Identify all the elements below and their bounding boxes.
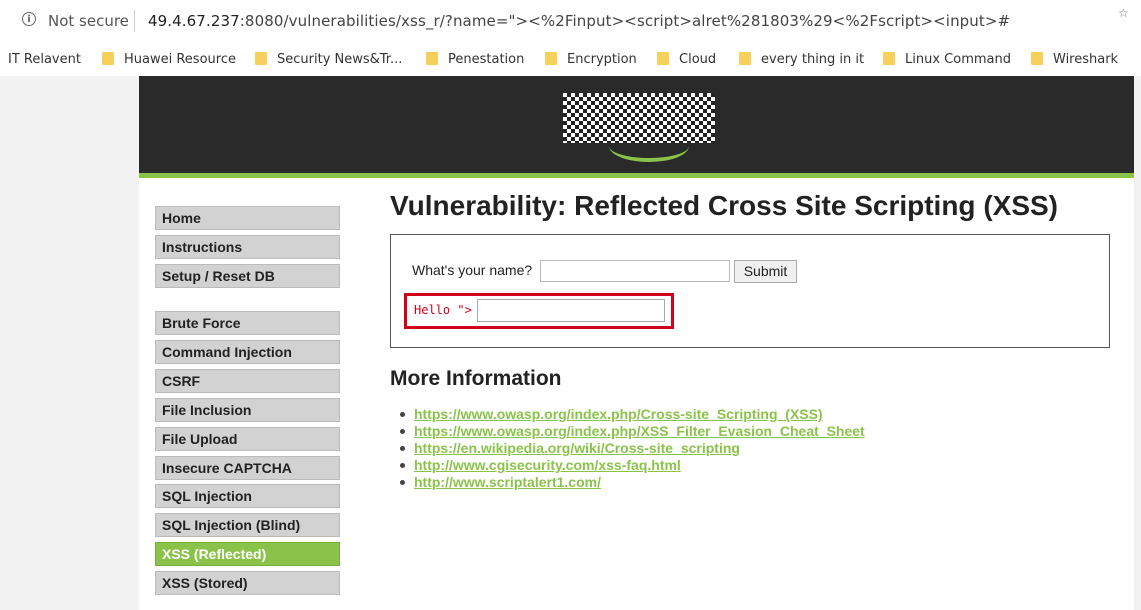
- owasp-xss-link[interactable]: https://www.owasp.org/index.php/Cross-si…: [414, 406, 823, 422]
- header-stripe: [139, 173, 1134, 178]
- bookmark-label: Linux Command: [905, 52, 1011, 67]
- page-title: Vulnerability: Reflected Cross Site Scri…: [390, 190, 1058, 221]
- bookmark-item[interactable]: Linux Command: [883, 52, 1011, 67]
- bookmark-label: every thing in it: [761, 52, 865, 67]
- logo-swoosh: [609, 130, 689, 162]
- list-item: https://www.owasp.org/index.php/XSS_Filt…: [400, 423, 865, 440]
- folder-icon: [255, 52, 267, 65]
- bookmark-label: IT Relavent: [8, 52, 81, 67]
- menu-item-file-upload[interactable]: File Upload: [155, 427, 340, 451]
- info-icon[interactable]: i: [22, 12, 36, 26]
- bookmark-item[interactable]: Wireshark: [1031, 52, 1118, 67]
- bookmark-label: Security News&Tr...: [277, 52, 403, 67]
- bookmarks-bar: IT Relavent Huawei Resource Security New…: [0, 44, 1141, 77]
- menu-item-home[interactable]: Home: [155, 206, 340, 230]
- name-label: What's your name?: [412, 262, 533, 278]
- bookmark-item[interactable]: every thing in it: [739, 52, 864, 67]
- dvwa-content: Home Instructions Setup / Reset DB Brute…: [139, 76, 1134, 610]
- bookmark-item[interactable]: Penestation: [426, 52, 524, 67]
- hello-output: Hello ">: [414, 303, 472, 317]
- injected-input[interactable]: [477, 299, 665, 322]
- folder-icon: [1031, 52, 1043, 65]
- url-path: :8080/vulnerabilities/xss_r/?name="><%2F…: [239, 12, 1011, 30]
- bookmark-star-icon[interactable]: ☆: [1118, 6, 1129, 20]
- folder-icon: [545, 52, 557, 65]
- more-info-links: https://www.owasp.org/index.php/Cross-si…: [400, 406, 865, 491]
- url-host: 49.4.67.237: [148, 12, 240, 30]
- bookmark-item[interactable]: Encryption: [545, 52, 637, 67]
- owasp-filter-evasion-link[interactable]: https://www.owasp.org/index.php/XSS_Filt…: [414, 423, 865, 439]
- folder-icon: [657, 52, 669, 65]
- folder-icon: [426, 52, 438, 65]
- bookmark-item[interactable]: Security News&Tr...: [255, 52, 402, 67]
- menu-item-sql-injection-blind[interactable]: SQL Injection (Blind): [155, 513, 340, 537]
- bookmark-label: Encryption: [567, 52, 637, 67]
- menu-item-xss-reflected[interactable]: XSS (Reflected): [155, 542, 340, 566]
- menu-item-setup-reset-db[interactable]: Setup / Reset DB: [155, 264, 340, 288]
- bookmark-label: Penestation: [448, 52, 525, 67]
- page-viewport: Home Instructions Setup / Reset DB Brute…: [0, 76, 1141, 610]
- menu-item-brute-force[interactable]: Brute Force: [155, 311, 340, 335]
- bookmark-item[interactable]: Cloud: [657, 52, 716, 67]
- menu-item-insecure-captcha[interactable]: Insecure CAPTCHA: [155, 456, 340, 480]
- bookmark-item[interactable]: Huawei Resource: [102, 52, 236, 67]
- wikipedia-xss-link[interactable]: https://en.wikipedia.org/wiki/Cross-site…: [414, 440, 740, 456]
- menu-item-csrf[interactable]: CSRF: [155, 369, 340, 393]
- scriptalert1-link[interactable]: http://www.scriptalert1.com/: [414, 474, 601, 490]
- menu-item-sql-injection[interactable]: SQL Injection: [155, 484, 340, 508]
- menu-item-file-inclusion[interactable]: File Inclusion: [155, 398, 340, 422]
- vulnerable-code-area: What's your name? Submit Hello ">: [390, 234, 1110, 348]
- name-input[interactable]: [540, 260, 730, 282]
- list-item: https://www.owasp.org/index.php/Cross-si…: [400, 406, 865, 423]
- site-header: [139, 76, 1134, 173]
- injection-highlight-box: Hello ">: [404, 293, 674, 329]
- submit-button[interactable]: Submit: [734, 260, 797, 283]
- more-info-heading: More Information: [390, 367, 562, 390]
- list-item: http://www.cgisecurity.com/xss-faq.html: [400, 457, 865, 474]
- bookmark-label: Huawei Resource: [124, 52, 236, 67]
- address-divider: [134, 10, 135, 32]
- bookmark-label: Wireshark: [1053, 52, 1119, 67]
- folder-icon: [883, 52, 895, 65]
- menu-item-command-injection[interactable]: Command Injection: [155, 340, 340, 364]
- security-label: Not secure: [48, 12, 129, 30]
- folder-icon: [102, 52, 114, 65]
- list-item: https://en.wikipedia.org/wiki/Cross-site…: [400, 440, 865, 457]
- folder-icon: [739, 52, 751, 65]
- bookmark-item[interactable]: IT Relavent: [8, 52, 81, 67]
- menu-item-instructions[interactable]: Instructions: [155, 235, 340, 259]
- bookmark-label: Cloud: [679, 52, 717, 67]
- url-text[interactable]: 49.4.67.237:8080/vulnerabilities/xss_r/?…: [148, 12, 1010, 30]
- menu-item-xss-stored[interactable]: XSS (Stored): [155, 571, 340, 595]
- address-bar[interactable]: i Not secure 49.4.67.237:8080/vulnerabil…: [0, 0, 1141, 44]
- cgisecurity-link[interactable]: http://www.cgisecurity.com/xss-faq.html: [414, 457, 681, 473]
- list-item: http://www.scriptalert1.com/: [400, 474, 865, 491]
